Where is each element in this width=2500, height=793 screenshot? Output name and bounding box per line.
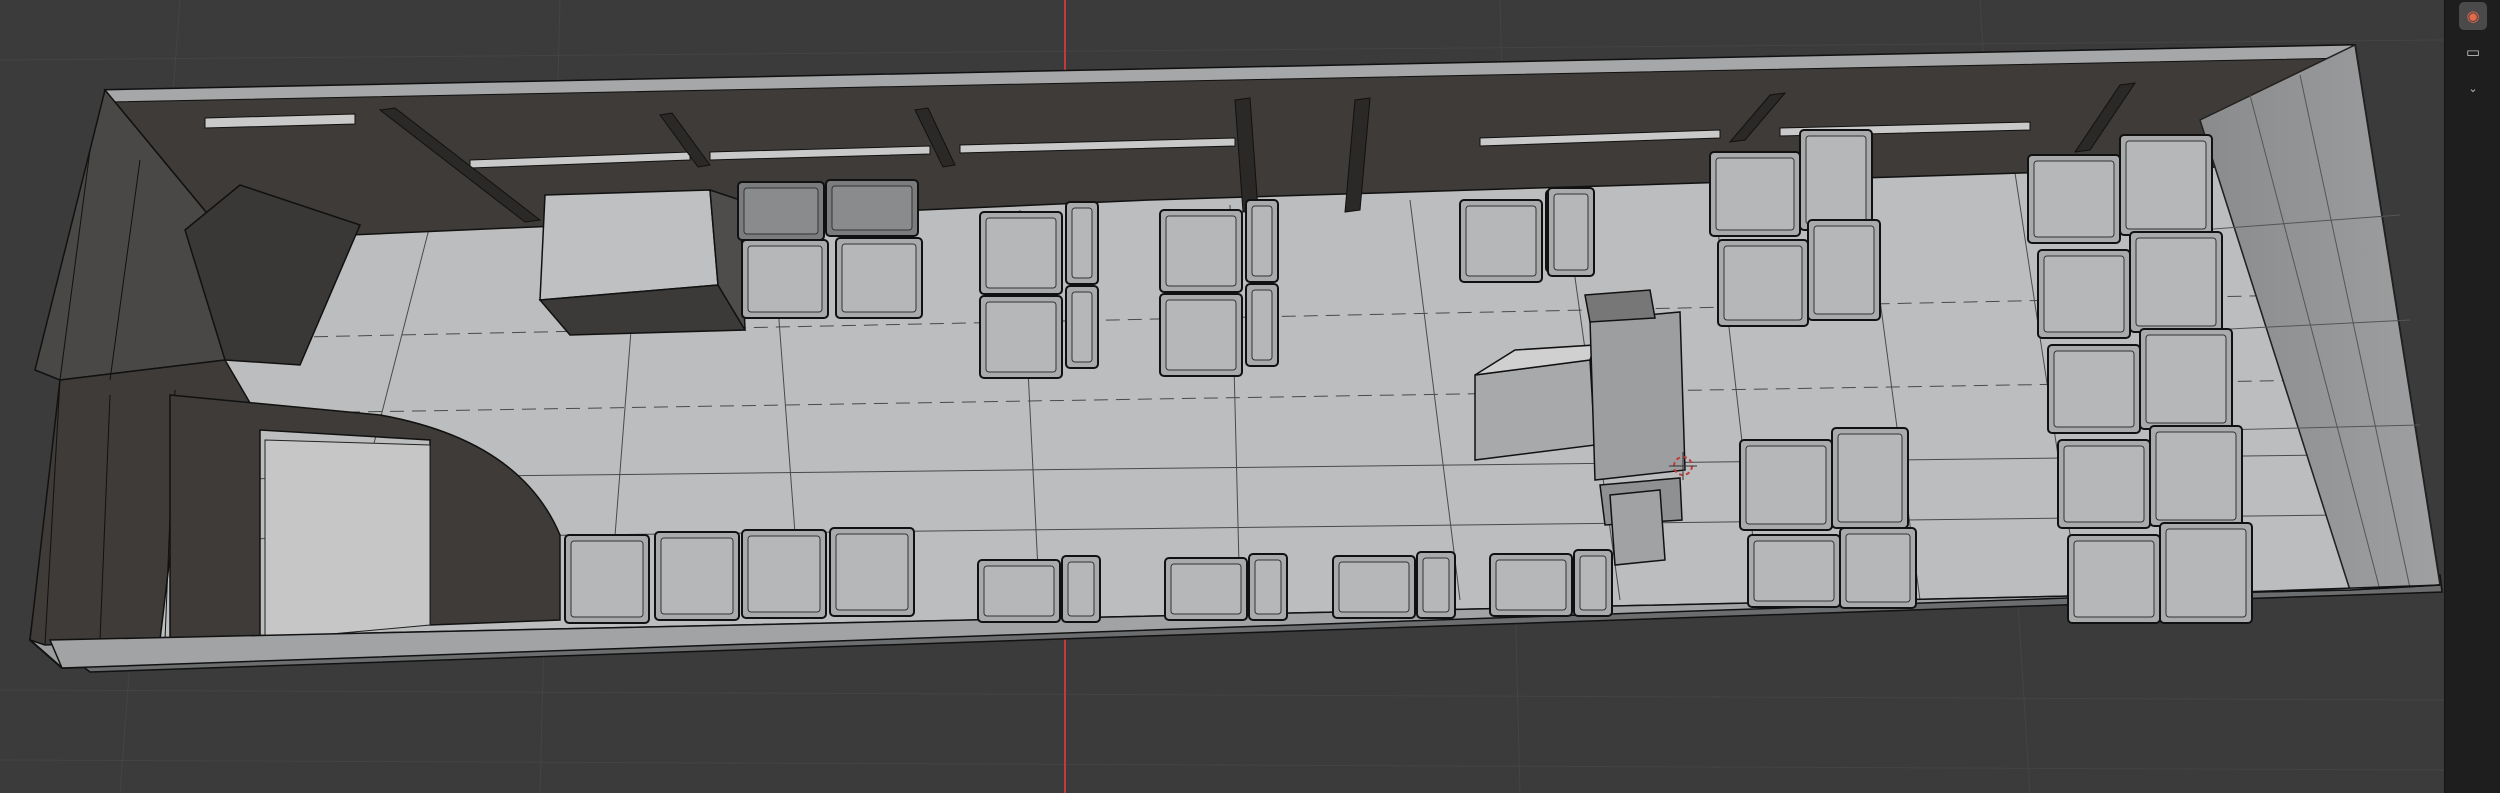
front-step [264, 439, 431, 641]
seat [1739, 439, 1833, 531]
seat [2139, 328, 2233, 430]
seat [1547, 187, 1595, 277]
seat [2027, 154, 2121, 244]
seat [1839, 527, 1917, 609]
seat [1807, 219, 1881, 321]
chevron-down-icon[interactable]: ⌄ [2459, 74, 2487, 102]
seat [977, 559, 1061, 623]
seat [2149, 425, 2243, 527]
seat [979, 211, 1063, 295]
seat [1065, 201, 1099, 285]
seat [2067, 534, 2161, 624]
seat [1717, 239, 1809, 327]
seat [1248, 553, 1288, 621]
seat [1159, 209, 1243, 293]
cabinet-block [538, 188, 747, 336]
seat [1065, 285, 1099, 369]
seat [1831, 427, 1909, 529]
seat [2129, 231, 2223, 333]
archive-icon[interactable]: ▭ [2459, 38, 2487, 66]
seat [1709, 151, 1801, 237]
seat [564, 534, 650, 624]
seat [2159, 522, 2253, 624]
seat [1164, 557, 1248, 621]
seat [2119, 134, 2213, 236]
seat [2037, 249, 2131, 339]
seat [1459, 199, 1543, 283]
seat [1245, 199, 1279, 283]
seat [2057, 439, 2151, 529]
seat [1489, 553, 1573, 617]
seat [1332, 555, 1416, 619]
seat [1159, 293, 1243, 377]
scene-canvas[interactable] [0, 0, 2444, 793]
seat [741, 529, 827, 619]
right-tool-strip: ◉ ▭ ⌄ [2444, 0, 2500, 793]
seat [737, 181, 825, 241]
seat [1573, 549, 1613, 617]
seat [1416, 551, 1456, 619]
scene-globe-icon[interactable]: ◉ [2459, 2, 2487, 30]
seat [741, 239, 829, 319]
seat [654, 531, 740, 621]
seat [829, 527, 915, 617]
seat [1245, 283, 1279, 367]
seat [1061, 555, 1101, 623]
seat [1747, 534, 1841, 608]
3d-viewport[interactable] [0, 0, 2444, 793]
seat [835, 237, 923, 319]
seat [979, 295, 1063, 379]
seat [825, 179, 919, 237]
seat [1799, 129, 1873, 231]
seat [2047, 344, 2141, 434]
